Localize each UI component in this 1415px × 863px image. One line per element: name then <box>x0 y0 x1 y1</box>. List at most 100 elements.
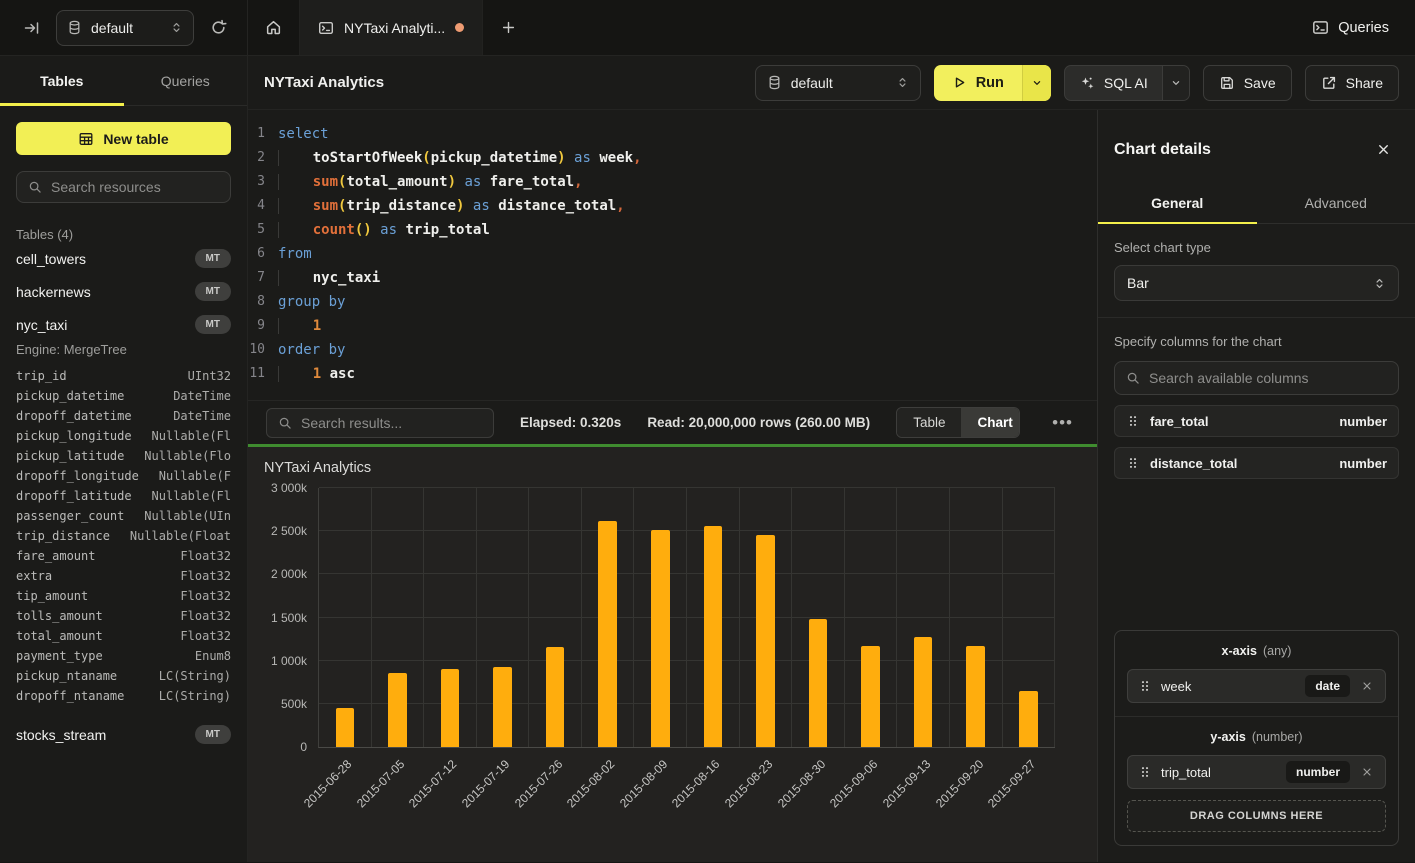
new-tab-button[interactable] <box>483 0 533 55</box>
close-panel-button[interactable] <box>1370 136 1397 163</box>
query-database-value: default <box>791 75 833 91</box>
collapse-sidebar-button[interactable] <box>18 14 46 42</box>
chevron-down-icon <box>1031 77 1043 89</box>
code-text: sum(total_amount) as fare_total, <box>278 170 583 194</box>
home-icon <box>265 19 282 36</box>
chart-bar[interactable] <box>493 667 512 747</box>
chart-bar[interactable] <box>914 637 933 747</box>
table-item[interactable]: hackernewsMT <box>16 275 231 308</box>
available-column-fare-total[interactable]: fare_total number <box>1114 405 1399 437</box>
unsaved-changes-dot <box>455 23 464 32</box>
drag-columns-dropzone[interactable]: DRAG COLUMNS HERE <box>1127 800 1386 832</box>
editor-line[interactable]: 2 toStartOfWeek(pickup_datetime) as week… <box>248 146 1097 170</box>
table-item[interactable]: stocks_streamMT <box>16 718 231 751</box>
line-number: 2 <box>248 146 278 170</box>
chart-bar[interactable] <box>1019 691 1038 747</box>
editor-line[interactable]: 6from <box>248 242 1097 266</box>
chart-bar-cell <box>634 488 687 747</box>
sql-ai-caret[interactable] <box>1162 66 1189 100</box>
share-button[interactable]: Share <box>1305 65 1399 101</box>
column-type: Enum8 <box>195 649 231 663</box>
chart-bar[interactable] <box>336 708 355 747</box>
queries-button[interactable]: Queries <box>1312 19 1389 36</box>
editor-line[interactable]: 10order by <box>248 338 1097 362</box>
toggle-table-view[interactable]: Table <box>897 408 961 437</box>
toggle-chart-view[interactable]: Chart <box>961 408 1020 437</box>
search-icon <box>278 416 292 430</box>
sql-ai-button[interactable]: SQL AI <box>1064 65 1190 101</box>
refresh-button[interactable] <box>204 13 233 42</box>
chart-bar[interactable] <box>966 646 985 747</box>
x-axis-label: x-axis <box>1222 644 1257 658</box>
chart-bar[interactable] <box>388 673 407 747</box>
chart-bar[interactable] <box>598 521 617 747</box>
run-button[interactable]: Run <box>934 65 1051 101</box>
y-axis-column-chip[interactable]: trip_total number <box>1127 755 1386 789</box>
table-column-row: pickup_latitudeNullable(Flo <box>16 446 231 466</box>
chart-title: NYTaxi Analytics <box>248 447 1097 478</box>
new-table-button[interactable]: New table <box>16 122 231 155</box>
resource-search <box>16 171 231 203</box>
editor-line[interactable]: 11 1 asc <box>248 362 1097 386</box>
save-button[interactable]: Save <box>1203 65 1292 101</box>
results-more-button[interactable]: ••• <box>1046 409 1079 437</box>
available-column-distance-total[interactable]: distance_total number <box>1114 447 1399 479</box>
table-column-row: pickup_ntanameLC(String) <box>16 666 231 686</box>
close-icon <box>1361 766 1373 778</box>
sidebar-tab-queries[interactable]: Queries <box>124 56 248 105</box>
tab-general[interactable]: General <box>1098 183 1257 223</box>
editor-line[interactable]: 9 1 <box>248 314 1097 338</box>
column-name: extra <box>16 569 52 583</box>
drag-handle-icon[interactable] <box>1138 679 1152 693</box>
query-database-selector[interactable]: default <box>755 65 921 101</box>
chart-bar[interactable] <box>546 647 565 747</box>
table-item[interactable]: cell_towersMT <box>16 242 231 275</box>
chart-bar[interactable] <box>861 646 880 747</box>
editor-line[interactable]: 4 sum(trip_distance) as distance_total, <box>248 194 1097 218</box>
sql-editor[interactable]: 1select2 toStartOfWeek(pickup_datetime) … <box>248 110 1097 400</box>
x-axis-column-chip[interactable]: week date <box>1127 669 1386 703</box>
tab-nytaxi-analytics[interactable]: NYTaxi Analyti... <box>300 0 483 55</box>
run-options-caret[interactable] <box>1022 65 1051 101</box>
drag-handle-icon[interactable] <box>1126 456 1140 470</box>
editor-line[interactable]: 1select <box>248 122 1097 146</box>
run-label: Run <box>976 75 1004 91</box>
chevron-down-icon <box>1170 77 1182 89</box>
chart-bar[interactable] <box>651 530 670 747</box>
page-title: NYTaxi Analytics <box>264 74 384 91</box>
results-search-input[interactable] <box>301 415 482 431</box>
drag-handle-icon[interactable] <box>1126 414 1140 428</box>
remove-column-button[interactable] <box>1359 764 1375 780</box>
chart-bar[interactable] <box>756 535 775 747</box>
table-column-row: pickup_datetimeDateTime <box>16 386 231 406</box>
workspace-database-selector[interactable]: default <box>56 10 194 46</box>
sidebar-tab-tables[interactable]: Tables <box>0 56 124 105</box>
columns-section: Specify columns for the chart fare_total… <box>1098 318 1415 495</box>
table-name: stocks_stream <box>16 727 106 743</box>
table-item[interactable]: nyc_taxiMT <box>16 308 231 341</box>
tab-advanced[interactable]: Advanced <box>1257 183 1415 223</box>
chart-bar[interactable] <box>809 619 828 747</box>
editor-line[interactable]: 7 nyc_taxi <box>248 266 1097 290</box>
drag-handle-icon[interactable] <box>1138 765 1152 779</box>
chart-panel: NYTaxi Analytics 3 000k2 500k2 000k1 500… <box>248 444 1097 862</box>
resource-search-input[interactable] <box>51 179 219 195</box>
columns-search-input[interactable] <box>1149 370 1387 386</box>
line-number: 9 <box>248 314 278 338</box>
column-name: fare_total <box>1150 414 1209 429</box>
y-axis-section: y-axis(number) trip_total number DRAG CO… <box>1115 716 1398 845</box>
column-type: LC(String) <box>159 669 231 683</box>
editor-line[interactable]: 3 sum(total_amount) as fare_total, <box>248 170 1097 194</box>
home-button[interactable] <box>248 0 300 55</box>
chart-type-select[interactable]: Bar <box>1114 265 1399 301</box>
x-axis-section: x-axis(any) week date <box>1115 631 1398 716</box>
remove-column-button[interactable] <box>1359 678 1375 694</box>
chip-column-type-badge: date <box>1305 675 1350 697</box>
y-axis-qualifier: (number) <box>1252 730 1303 744</box>
editor-line[interactable]: 8group by <box>248 290 1097 314</box>
editor-line[interactable]: 5 count() as trip_total <box>248 218 1097 242</box>
line-number: 10 <box>248 338 278 362</box>
chart-bar[interactable] <box>441 669 460 747</box>
top-bar: default NYTaxi Analyti... Queries <box>0 0 1415 56</box>
chart-bar[interactable] <box>704 526 723 747</box>
